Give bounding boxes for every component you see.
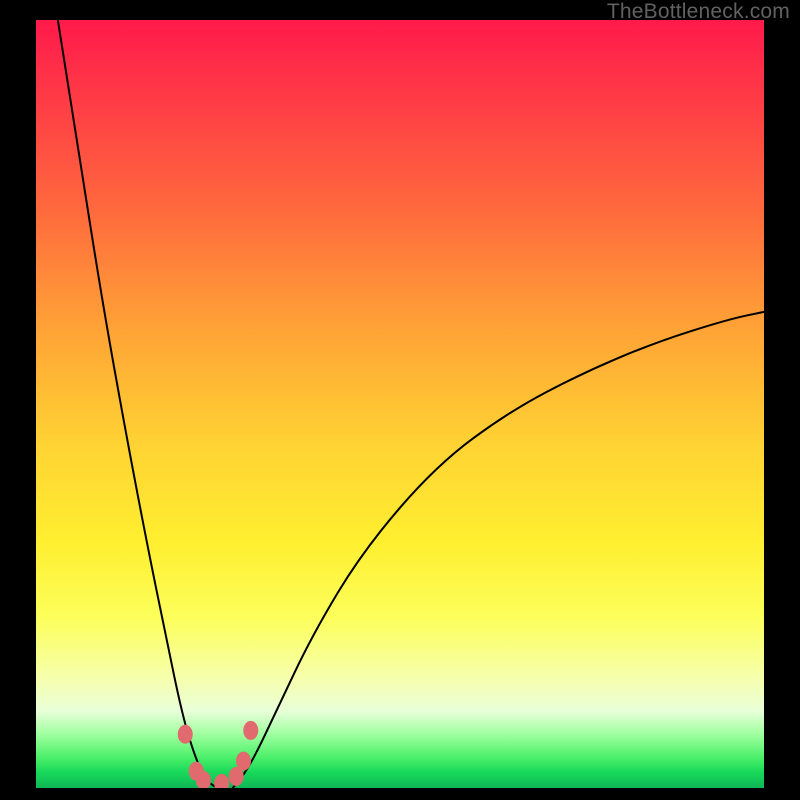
data-marker [178, 725, 192, 743]
chart-frame: TheBottleneck.com [0, 0, 800, 800]
data-marker [229, 767, 243, 785]
curve-left-branch [58, 20, 218, 788]
data-marker [196, 771, 210, 788]
curve-right-branch [233, 312, 764, 788]
watermark-text: TheBottleneck.com [607, 0, 790, 24]
marker-group [178, 721, 258, 788]
data-marker [244, 721, 258, 739]
curve-layer [36, 20, 764, 788]
data-marker [215, 774, 229, 788]
data-marker [236, 752, 250, 770]
plot-area [36, 20, 764, 788]
